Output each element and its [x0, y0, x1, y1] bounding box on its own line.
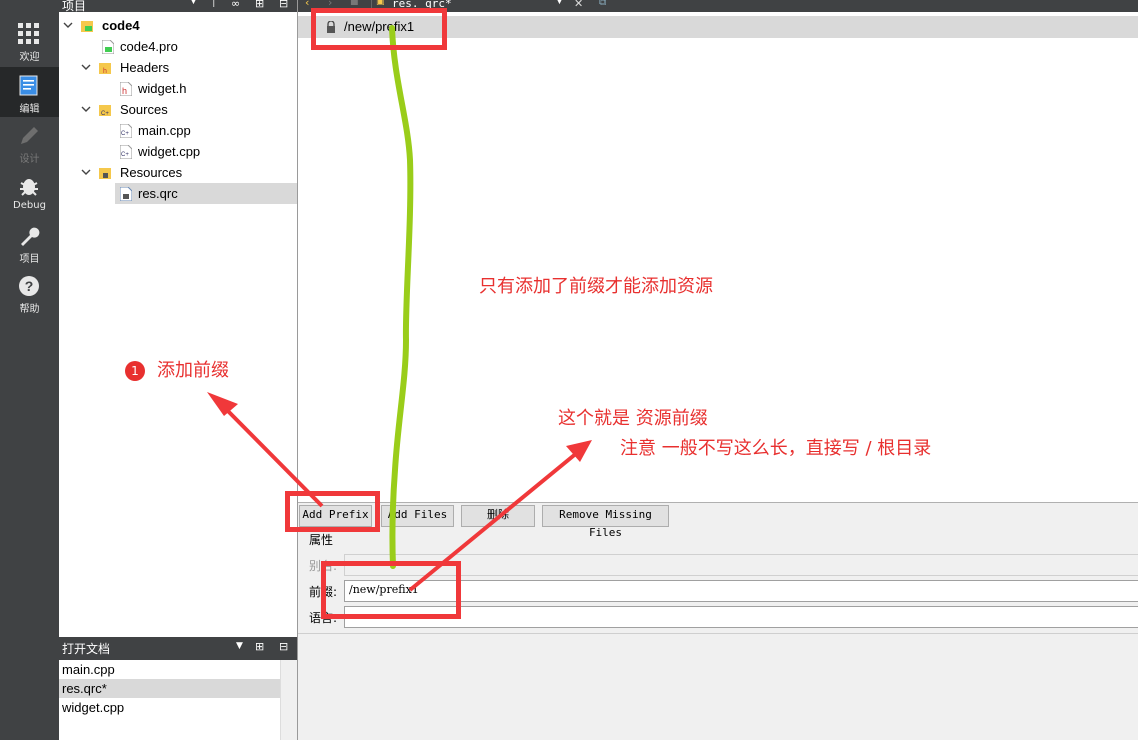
note-advice: 注意 一般不写这么长，直接写 / 根目录 — [620, 438, 932, 459]
note-prefix-required: 只有添加了前缀才能添加资源 — [479, 276, 713, 297]
note-this-is-prefix: 这个就是 资源前缀 — [558, 408, 708, 429]
red-arrow-head — [207, 392, 238, 416]
highlight-add-prefix-button — [285, 491, 380, 532]
note-add-prefix: 添加前缀 — [157, 360, 229, 381]
highlight-prefix-field — [321, 561, 461, 619]
green-marker-line — [389, 25, 414, 569]
highlight-prefix-entry — [311, 8, 447, 50]
step-badge: 1 — [125, 361, 145, 381]
